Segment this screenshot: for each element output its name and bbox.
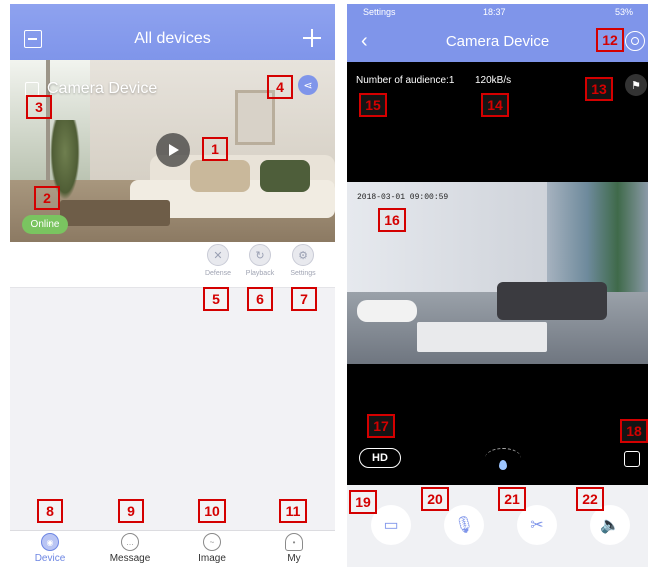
play-icon bbox=[169, 144, 179, 156]
ptz-drop-icon[interactable] bbox=[499, 460, 507, 470]
share-button[interactable]: ⋖ bbox=[298, 75, 318, 95]
marker-9: 9 bbox=[118, 499, 144, 523]
bottom-tab-bar: ◉ Device … Message ~ Image • My bbox=[10, 530, 335, 567]
preview-pillow bbox=[260, 160, 310, 192]
marker-15: 15 bbox=[359, 93, 387, 117]
flag-icon: ⚑ bbox=[631, 79, 641, 92]
tab-my[interactable]: • My bbox=[264, 533, 324, 564]
tab-my-label: My bbox=[287, 553, 301, 564]
tab-image[interactable]: ~ Image bbox=[182, 533, 242, 564]
playback-icon: ↻ bbox=[249, 244, 271, 266]
tab-message[interactable]: … Message bbox=[100, 533, 160, 564]
device-name: Camera Device bbox=[47, 80, 158, 97]
marker-4: 4 bbox=[267, 75, 293, 99]
video-record-icon: ▭ bbox=[383, 517, 399, 534]
marker-22: 22 bbox=[576, 487, 604, 511]
marker-16: 16 bbox=[378, 208, 406, 232]
preview-table bbox=[60, 200, 170, 226]
marker-20: 20 bbox=[421, 487, 449, 511]
status-time: 18:37 bbox=[483, 7, 506, 17]
marker-19: 19 bbox=[349, 490, 377, 514]
marker-5: 5 bbox=[203, 287, 229, 311]
tab-device[interactable]: ◉ Device bbox=[20, 533, 80, 564]
video-lounge bbox=[357, 300, 417, 322]
bitrate-readout: 120kB/s bbox=[475, 75, 512, 86]
settings-label: Settings bbox=[290, 270, 316, 277]
marker-7: 7 bbox=[291, 287, 317, 311]
marker-8: 8 bbox=[37, 499, 63, 523]
marker-12: 12 bbox=[596, 28, 624, 52]
marker-17: 17 bbox=[367, 414, 395, 438]
edit-icon[interactable] bbox=[25, 82, 39, 96]
device-icon: ◉ bbox=[41, 533, 59, 551]
play-button[interactable] bbox=[156, 133, 190, 167]
marker-2: 2 bbox=[34, 186, 60, 210]
video-timestamp: 2018-03-01 09:00:59 bbox=[357, 193, 449, 202]
user-icon: • bbox=[285, 533, 303, 551]
video-record-button[interactable]: ▭ bbox=[371, 505, 411, 545]
video-sofa bbox=[497, 282, 607, 320]
shield-icon: ✕ bbox=[207, 244, 229, 266]
defense-label: Defense bbox=[204, 270, 232, 277]
snapshot-button[interactable]: ✂ bbox=[517, 505, 557, 545]
status-carrier: Settings bbox=[363, 7, 396, 17]
status-bar: Settings 18:37 53% bbox=[347, 4, 648, 22]
speaker-icon: 🔈 bbox=[600, 517, 620, 534]
marker-14: 14 bbox=[481, 93, 509, 117]
microphone-icon: 🎙 bbox=[453, 517, 475, 534]
share-icon: ⋖ bbox=[303, 79, 313, 92]
marker-10: 10 bbox=[198, 499, 226, 523]
hd-button[interactable]: HD bbox=[359, 448, 401, 468]
marker-3: 3 bbox=[26, 95, 52, 119]
gear-icon[interactable] bbox=[625, 31, 645, 51]
playback-label: Playback bbox=[245, 270, 275, 277]
video-table bbox=[417, 322, 547, 352]
add-device-button[interactable] bbox=[302, 28, 322, 48]
settings-button[interactable]: ⚙ Settings bbox=[278, 244, 328, 277]
status-badge: Online bbox=[22, 215, 68, 234]
microphone-button[interactable]: 🎙 bbox=[444, 505, 484, 545]
marker-1: 1 bbox=[202, 137, 228, 161]
device-actions: ✕ Defense ↻ Playback ⚙ Settings bbox=[10, 242, 335, 288]
image-icon: ~ bbox=[203, 533, 221, 551]
tab-device-label: Device bbox=[34, 553, 66, 564]
record-button[interactable]: ⚑ bbox=[625, 74, 647, 96]
preview-pillow bbox=[190, 160, 250, 192]
speaker-button[interactable]: 🔈 bbox=[590, 505, 630, 545]
marker-11: 11 bbox=[279, 499, 307, 523]
page-title: All devices bbox=[134, 30, 211, 47]
tab-message-label: Message bbox=[109, 553, 151, 564]
status-battery: 53% bbox=[615, 7, 634, 17]
marker-18: 18 bbox=[620, 419, 648, 443]
audience-count: Number of audience:1 bbox=[356, 75, 455, 86]
marker-21: 21 bbox=[498, 487, 526, 511]
message-icon: … bbox=[121, 533, 139, 551]
app-header: All devices bbox=[10, 4, 335, 60]
marker-6: 6 bbox=[247, 287, 273, 311]
fullscreen-icon[interactable] bbox=[624, 451, 640, 467]
gear-icon: ⚙ bbox=[292, 244, 314, 266]
scissors-icon: ✂ bbox=[530, 517, 544, 534]
tab-image-label: Image bbox=[198, 553, 226, 564]
marker-13: 13 bbox=[585, 77, 613, 101]
